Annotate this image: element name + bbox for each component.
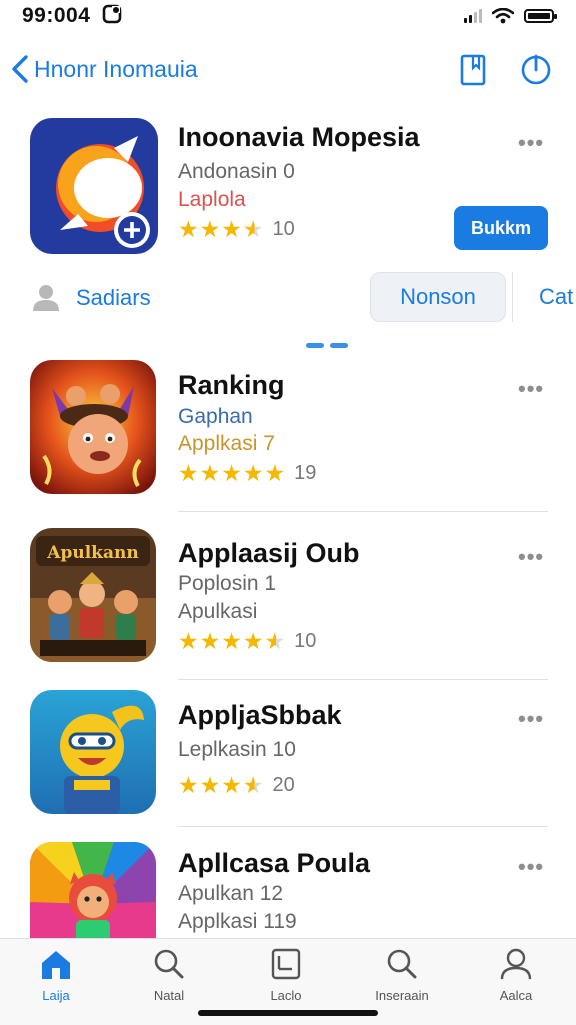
app-title: Ranking [178,370,285,400]
tab-label: Laclo [270,988,302,1003]
search-icon [154,949,184,979]
star-icon: ★ [178,216,199,242]
app-category: Apulkasi [178,600,258,623]
tab-label: Natal [153,988,185,1003]
power-icon[interactable] [519,52,553,86]
more-options-icon[interactable]: ••• [518,706,544,732]
star-icon: ★ [178,772,199,798]
list-item[interactable]: Apllcasa Poula Apulkan 12 Applkasi 119 •… [0,842,576,938]
wifi-icon [492,8,514,24]
app-category: Applkasi 7 [178,432,275,455]
star-icon: ★ [221,460,242,486]
more-options-icon[interactable]: ••• [518,130,544,156]
app-category: Applkasi 119 [178,910,297,933]
calendar-icon [271,948,301,980]
tab-label: Aalca [499,988,533,1003]
featured-app-title: Inoonavia Mopesia [178,122,420,152]
app-icon-text: Apulkann [46,543,138,563]
tab-laclo[interactable]: Laclo [236,947,336,1003]
featured-app-rating: ★ ★ ★ ★ 10 [178,218,295,241]
app-title: Apllcasa Poula [178,848,371,878]
search-icon [387,949,417,979]
star-half-icon: ★ [242,772,264,798]
segment-tab-next[interactable]: Cat [512,272,576,322]
back-button[interactable]: Hnonr Inomauia [10,54,198,84]
status-indicators [464,8,557,24]
app-subtitle: Gaphan [178,405,253,428]
tab-today[interactable]: Laija [6,947,106,1003]
star-icon: ★ [242,460,264,486]
divider [178,679,548,680]
profile-label[interactable]: Sadiars [76,285,151,311]
app-subtitle: Poplosin 1 [178,572,277,595]
app-icon[interactable] [30,842,156,938]
app-subtitle: Apulkan 12 [178,882,284,905]
tab-account[interactable]: Aalca [466,947,566,1003]
back-label: Hnonr Inomauia [34,55,198,82]
app-rating: ★ ★ ★ ★ ★ 10 [178,630,316,653]
app-icon[interactable]: Apulkann [30,528,156,662]
divider [178,826,548,827]
tab-label: Inseraain [375,988,429,1003]
star-icon: ★ [178,460,199,486]
rating-count: 20 [272,774,295,796]
app-subtitle: Leplkasin 10 [178,738,296,761]
rating-count: 10 [272,218,295,240]
list-item[interactable]: AppljaSbbak Leplkasin 10 ★ ★ ★ ★ 20 ••• [0,690,576,830]
featured-app-icon[interactable] [30,118,158,254]
nav-bar: Hnonr Inomauia [0,48,576,94]
more-options-icon[interactable]: ••• [518,854,544,880]
star-icon: ★ [221,772,242,798]
app-title: Applaasij Oub [178,538,360,568]
chevron-left-icon [12,55,28,83]
rating-count: 19 [294,462,317,484]
status-time: 99:004 [22,4,91,27]
notification-icon [102,4,122,30]
list-item[interactable]: Ranking Gaphan Applkasi 7 ★ ★ ★ ★ ★ 19 •… [0,360,576,512]
page-indicator [306,343,348,348]
star-half-icon: ★ [242,216,264,242]
tab-label: Laija [42,988,70,1003]
segment-tab-active[interactable]: Nonson [370,272,506,322]
star-icon: ★ [199,772,221,798]
star-icon: ★ [199,460,221,486]
app-title: AppljaSbbak [178,700,342,730]
tab-natal[interactable]: Natal [119,947,219,1003]
home-icon [42,951,70,979]
star-half-icon: ★ [264,628,286,654]
get-button[interactable]: Bukkm [454,206,548,250]
star-icon: ★ [221,216,242,242]
more-options-icon[interactable]: ••• [518,544,544,570]
divider [178,511,548,512]
battery-icon [524,9,557,23]
app-icon[interactable] [30,690,156,814]
star-icon: ★ [178,628,199,654]
app-rating: ★ ★ ★ ★ 20 [178,774,295,797]
featured-app[interactable]: Inoonavia Mopesia Andonasin 0 Laplola ★ … [0,112,576,262]
star-icon: ★ [199,628,221,654]
signal-icon [464,9,482,23]
star-icon: ★ [264,460,286,486]
app-rating: ★ ★ ★ ★ ★ 19 [178,462,316,485]
featured-app-subtitle: Andonasin 0 [178,160,295,183]
featured-app-category: Laplola [178,188,246,211]
star-icon: ★ [242,628,264,654]
segment-row: Sadiars Nonson Cat [0,270,576,326]
person-icon [33,285,59,311]
bookmark-icon[interactable] [456,52,490,86]
star-icon: ★ [221,628,242,654]
tab-search[interactable]: Inseraain [352,947,452,1003]
app-icon[interactable] [30,360,156,494]
more-options-icon[interactable]: ••• [518,376,544,402]
home-indicator [198,1010,378,1016]
rating-count: 10 [294,630,317,652]
list-item[interactable]: Apulkann Applaasij Oub Poplosin 1 Apulka… [0,528,576,680]
star-icon: ★ [199,216,221,242]
person-icon [500,948,532,980]
status-bar: 99:004 [0,0,576,36]
